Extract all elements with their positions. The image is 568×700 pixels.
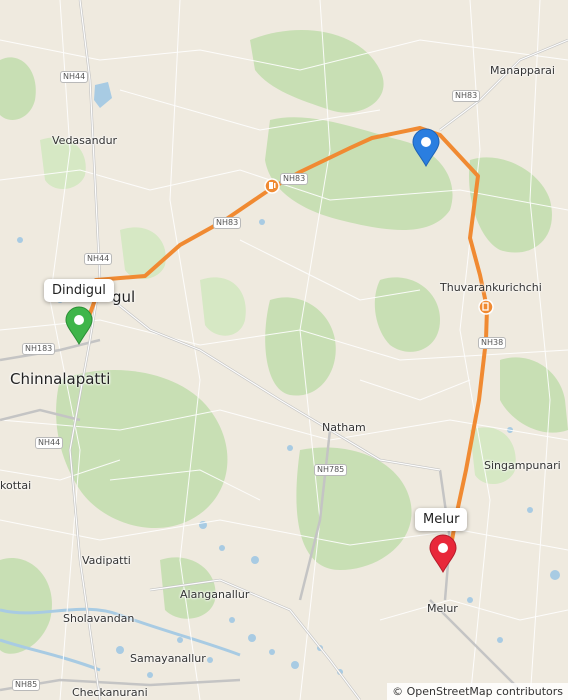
road-shield: NH83 xyxy=(280,173,309,185)
fuel-icon[interactable] xyxy=(478,299,494,315)
road-shield: NH83 xyxy=(452,90,481,102)
road-shield: NH83 xyxy=(213,217,242,229)
place-label: Natham xyxy=(322,421,366,434)
road-shield: NH44 xyxy=(35,437,64,449)
road-shield: NH44 xyxy=(84,253,113,265)
road-shield: NH44 xyxy=(60,71,89,83)
road-shield: NH38 xyxy=(478,337,507,349)
place-label: Alanganallur xyxy=(180,588,250,601)
end-callout: Melur xyxy=(415,508,468,531)
place-label: Thuvarankurichchi xyxy=(440,281,542,294)
road-shield: NH85 xyxy=(12,679,41,691)
place-label: Singampunari xyxy=(484,459,561,472)
place-label: kottai xyxy=(0,479,32,492)
map-attribution[interactable]: © OpenStreetMap contributors xyxy=(387,683,568,700)
place-label: Melur xyxy=(427,602,458,615)
place-label: Chinnalapatti xyxy=(10,370,111,388)
start-callout: Dindigul xyxy=(44,279,114,302)
attribution-text[interactable]: © OpenStreetMap contributors xyxy=(392,685,563,698)
fuel-icon[interactable] xyxy=(264,178,280,194)
place-label: Vedasandur xyxy=(52,134,118,147)
place-label: gul xyxy=(112,288,136,306)
road-shield: NH183 xyxy=(22,343,56,355)
road-shield: NH785 xyxy=(314,464,348,476)
map-canvas[interactable] xyxy=(0,0,568,700)
place-label: Manapparai xyxy=(490,64,555,77)
place-label: Sholavandan xyxy=(63,612,135,625)
place-label: Samayanallur xyxy=(130,652,206,665)
place-label: Vadipatti xyxy=(82,554,131,567)
place-label: Checkanurani xyxy=(72,686,148,699)
